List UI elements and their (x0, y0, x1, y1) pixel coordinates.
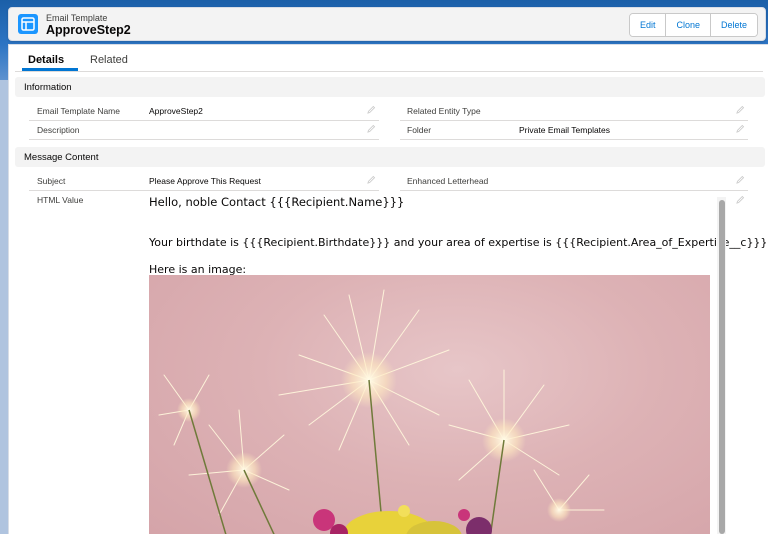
field-enhanced-letterhead: Enhanced Letterhead (400, 172, 748, 191)
html-preview-scrollbar-thumb[interactable] (719, 200, 725, 534)
section-message-content[interactable]: Message Content (15, 147, 765, 167)
section-information-title: Information (24, 82, 72, 93)
section-information[interactable]: Information (15, 77, 765, 97)
html-birthdate-line: Your birthdate is {{{Recipient.Birthdate… (149, 236, 768, 249)
email-template-icon (18, 14, 38, 34)
field-label: Folder (407, 125, 432, 135)
record-type-label: Email Template (46, 13, 108, 23)
field-subject: Subject Please Approve This Request (29, 172, 379, 191)
field-label: Subject (37, 176, 66, 186)
pencil-icon[interactable] (736, 124, 745, 133)
record-detail-card: Details Related Information Email Templa… (8, 44, 768, 534)
field-value: ApproveStep2 (149, 106, 203, 116)
pencil-icon[interactable] (736, 195, 745, 204)
field-description: Description (29, 121, 379, 140)
field-value: Private Email Templates (519, 125, 611, 135)
action-button-group: Edit Clone Delete (628, 13, 758, 37)
edit-button[interactable]: Edit (629, 14, 666, 36)
html-value-preview: Hello, noble Contact {{{Recipient.Name}}… (149, 190, 767, 534)
section-message-content-title: Message Content (24, 152, 99, 163)
field-label: Email Template Name (37, 106, 120, 116)
clone-button[interactable]: Clone (665, 14, 710, 36)
field-label-html-value: HTML Value (37, 195, 84, 205)
field-label: Enhanced Letterhead (407, 176, 489, 186)
field-label: Description (37, 125, 80, 135)
pencil-icon[interactable] (367, 105, 376, 114)
field-email-template-name: Email Template Name ApproveStep2 (29, 102, 379, 121)
active-tab-indicator (22, 68, 78, 71)
field-related-entity-type: Related Entity Type (400, 102, 748, 121)
tab-bar: Details Related (15, 45, 763, 72)
field-value: Please Approve This Request (149, 176, 261, 186)
html-greeting-line: Hello, noble Contact {{{Recipient.Name}}… (149, 195, 405, 209)
field-label: Related Entity Type (407, 106, 481, 116)
pencil-icon[interactable] (367, 124, 376, 133)
record-title: ApproveStep2 (46, 23, 131, 37)
delete-button[interactable]: Delete (709, 14, 757, 36)
field-folder: Folder Private Email Templates (400, 121, 748, 140)
pencil-icon[interactable] (736, 175, 745, 184)
tab-details[interactable]: Details (28, 54, 64, 66)
record-header: Email Template ApproveStep2 Edit Clone D… (8, 7, 766, 41)
tab-related[interactable]: Related (90, 54, 128, 66)
pencil-icon[interactable] (736, 105, 745, 114)
pencil-icon[interactable] (367, 175, 376, 184)
sparkler-flower-image (149, 275, 710, 534)
